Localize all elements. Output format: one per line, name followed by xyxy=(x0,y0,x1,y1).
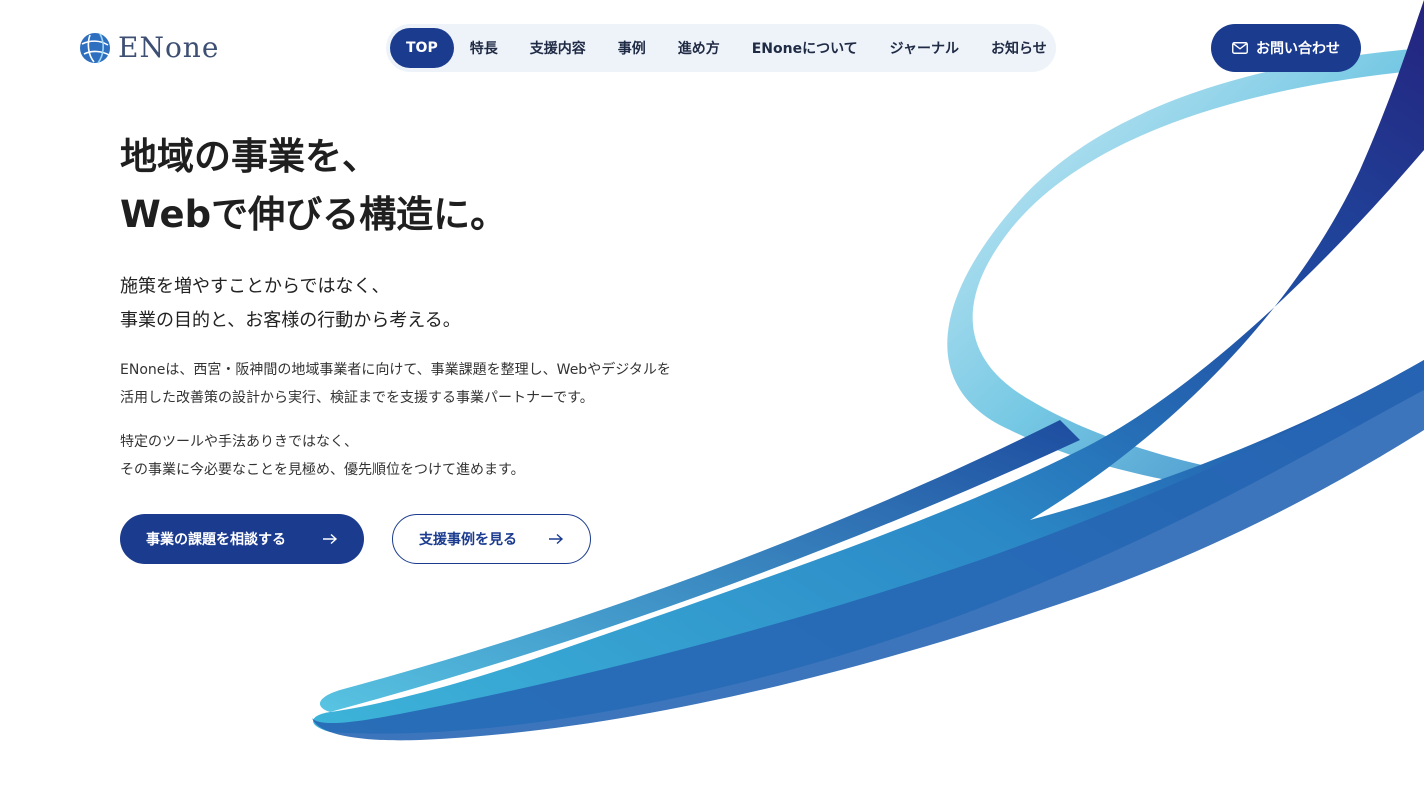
consult-button-label: 事業の課題を相談する xyxy=(146,532,286,548)
brand-logo[interactable]: ENone xyxy=(78,30,219,66)
case-studies-button[interactable]: 支援事例を見る xyxy=(392,514,591,564)
nav-item-cases[interactable]: 事例 xyxy=(602,28,662,68)
hero-section: 地域の事業を、 Webで伸びる構造に。 施策を増やすことからではなく、 事業の目… xyxy=(120,128,800,564)
site-header: ENone TOP 特長 支援内容 事例 進め方 ENoneについて ジャーナル… xyxy=(0,0,1424,96)
nav-item-journal[interactable]: ジャーナル xyxy=(874,28,975,68)
nav-item-features[interactable]: 特長 xyxy=(454,28,514,68)
hero-approach-line2: その事業に今必要なことを見極め、優先順位をつけて進めます。 xyxy=(120,462,525,478)
nav-item-services[interactable]: 支援内容 xyxy=(514,28,602,68)
consult-button[interactable]: 事業の課題を相談する xyxy=(120,514,364,564)
cta-row: 事業の課題を相談する 支援事例を見る xyxy=(120,514,800,564)
nav-item-news[interactable]: お知らせ xyxy=(975,28,1063,68)
hero-approach-line1: 特定のツールや手法ありきではなく、 xyxy=(120,434,358,450)
hero-headline-line1: 地域の事業を、 xyxy=(120,135,379,178)
arrow-right-icon xyxy=(323,533,338,545)
brand-name: ENone xyxy=(118,31,220,64)
hero-description-line2: 活用した改善策の設計から実行、検証までを支援する事業パートナーです。 xyxy=(120,390,594,406)
hero-description: ENoneは、西宮・阪神間の地域事業者に向けて、事業課題を整理し、Webやデジタ… xyxy=(120,356,800,412)
nav-item-top[interactable]: TOP xyxy=(390,28,454,68)
main-nav: TOP 特長 支援内容 事例 進め方 ENoneについて ジャーナル お知らせ xyxy=(386,24,1056,72)
hero-subhead-line2: 事業の目的と、お客様の行動から考える。 xyxy=(120,310,461,331)
hero-headline-line2: Webで伸びる構造に。 xyxy=(120,193,508,236)
case-studies-button-label: 支援事例を見る xyxy=(419,532,517,548)
hero-subhead: 施策を増やすことからではなく、 事業の目的と、お客様の行動から考える。 xyxy=(120,270,800,338)
mail-icon xyxy=(1232,42,1248,54)
contact-button-label: お問い合わせ xyxy=(1256,41,1340,57)
hero-headline: 地域の事業を、 Webで伸びる構造に。 xyxy=(120,128,800,244)
hero-subhead-line1: 施策を増やすことからではなく、 xyxy=(120,276,390,297)
nav-item-process[interactable]: 進め方 xyxy=(662,28,736,68)
contact-button[interactable]: お問い合わせ xyxy=(1211,24,1361,72)
globe-logo-icon xyxy=(80,33,110,64)
hero-description-line1: ENoneは、西宮・阪神間の地域事業者に向けて、事業課題を整理し、Webやデジタ… xyxy=(120,362,671,378)
arrow-right-icon xyxy=(549,533,564,545)
nav-item-about[interactable]: ENoneについて xyxy=(736,28,874,68)
hero-approach: 特定のツールや手法ありきではなく、 その事業に今必要なことを見極め、優先順位をつ… xyxy=(120,428,800,484)
